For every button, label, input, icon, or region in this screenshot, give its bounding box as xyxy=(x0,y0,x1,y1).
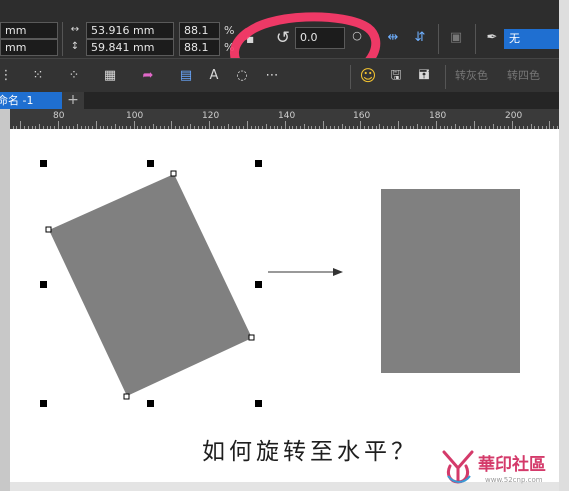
width-icon: ↔ xyxy=(70,24,80,35)
node-tool-icon[interactable]: ◌ xyxy=(232,67,252,85)
ruler-tick xyxy=(247,121,248,129)
convert-grayscale-button[interactable]: 转灰色 xyxy=(455,68,488,84)
add-tab-button[interactable]: + xyxy=(62,92,84,109)
ruler-tick xyxy=(58,121,59,129)
selection-handle[interactable] xyxy=(40,160,47,167)
ruler-tick xyxy=(284,121,286,129)
node-handle[interactable] xyxy=(123,393,130,400)
shape-convert-icon[interactable]: ➦ xyxy=(138,67,158,85)
ruler-tick xyxy=(20,121,22,129)
selection-handle[interactable] xyxy=(40,281,47,288)
toolbar: ⋮ ⁙ ⁘ ▦ ➦ ▤ A ◌ ⋯ ☺ 🖫 🖬 转灰色 转四色 xyxy=(0,58,569,92)
separator xyxy=(62,22,63,56)
mirror-vertical-icon[interactable]: ⇵ xyxy=(410,30,430,46)
ruler-tick xyxy=(473,121,475,129)
document-tab-bar: 未命名 -1 + xyxy=(0,92,569,109)
combine-icon[interactable]: ▣ xyxy=(446,30,466,46)
watermark-logo xyxy=(442,450,474,484)
height-icon: ↕ xyxy=(70,41,80,52)
convert-cmyk-button[interactable]: 转四色 xyxy=(507,68,540,84)
smiley-icon[interactable]: ☺ xyxy=(358,67,378,85)
rotated-rectangle[interactable] xyxy=(49,174,252,396)
ruler-tick xyxy=(436,121,437,129)
selection-handle[interactable] xyxy=(147,400,154,407)
ruler-tick xyxy=(133,121,135,129)
selection-handle[interactable] xyxy=(147,160,154,167)
separator xyxy=(438,24,439,54)
table-icon[interactable]: ▦ xyxy=(100,67,120,85)
ruler-tick xyxy=(95,121,97,129)
canvas-left-edge xyxy=(0,109,10,491)
horizontal-ruler[interactable]: 80 100 120 140 160 180 200 xyxy=(10,109,559,129)
ruler-tick xyxy=(322,121,324,129)
watermark-url: www.52cnp.com xyxy=(485,476,543,484)
arrow-head xyxy=(333,268,343,276)
ruler-tick xyxy=(549,121,551,129)
tab-document[interactable]: 未命名 -1 xyxy=(0,92,62,109)
color-bars-icon[interactable]: ▤ xyxy=(176,67,196,85)
property-bar: mm mm ↔ ↕ 53.916 mm 59.841 mm 88.1 88.1 … xyxy=(0,0,569,92)
selection-handle[interactable] xyxy=(255,160,262,167)
canvas-bottom-edge xyxy=(10,482,559,491)
object-height-field[interactable]: 59.841 mm xyxy=(86,39,174,56)
selection-handle[interactable] xyxy=(255,400,262,407)
position-y-field[interactable]: mm xyxy=(0,39,58,56)
node-handle[interactable] xyxy=(45,226,52,233)
outline-width-field[interactable]: 无 xyxy=(504,29,560,49)
ruler-tick xyxy=(511,121,513,129)
ruler-tick xyxy=(209,121,211,129)
text-frame-icon[interactable]: A xyxy=(204,67,224,85)
separator xyxy=(350,65,351,89)
scale-y-field[interactable]: 88.1 xyxy=(179,39,220,56)
object-width-field[interactable]: 53.916 mm xyxy=(86,22,174,39)
watermark-text: 華印社區 xyxy=(478,455,546,475)
canvas-drawing xyxy=(40,160,520,407)
scale-x-field[interactable]: 88.1 xyxy=(179,22,220,39)
ruler-tick xyxy=(171,121,173,129)
save-as-icon[interactable]: 🖬 xyxy=(414,67,434,85)
dot-grid-icon[interactable]: ⁙ xyxy=(28,67,48,85)
ruler-tick xyxy=(398,121,400,129)
dot-grid-wide-icon[interactable]: ⁘ xyxy=(64,67,84,85)
window-right-edge xyxy=(559,0,569,491)
separator xyxy=(445,65,446,89)
question-text: 如何旋转至水平？ xyxy=(202,439,418,465)
ruler-ticks xyxy=(10,109,559,129)
ruler-tick xyxy=(360,121,362,129)
dots-icon[interactable]: ⋯ xyxy=(262,67,282,85)
drawing-canvas[interactable] xyxy=(10,129,559,482)
tab-document-label: 未命名 -1 xyxy=(0,94,34,107)
position-x-field[interactable]: mm xyxy=(0,22,58,39)
selection-handle[interactable] xyxy=(40,400,47,407)
mirror-horizontal-icon[interactable]: ⇹ xyxy=(383,30,403,46)
pen-outline-icon: ✒ xyxy=(486,30,498,45)
separator xyxy=(475,24,476,54)
save-icon[interactable]: 🖫 xyxy=(386,67,406,85)
node-handle[interactable] xyxy=(170,170,177,177)
grid-small-icon[interactable]: ⋮ xyxy=(0,67,16,85)
selection-handle[interactable] xyxy=(255,281,262,288)
node-handle[interactable] xyxy=(248,334,255,341)
upright-rectangle[interactable] xyxy=(381,189,520,373)
